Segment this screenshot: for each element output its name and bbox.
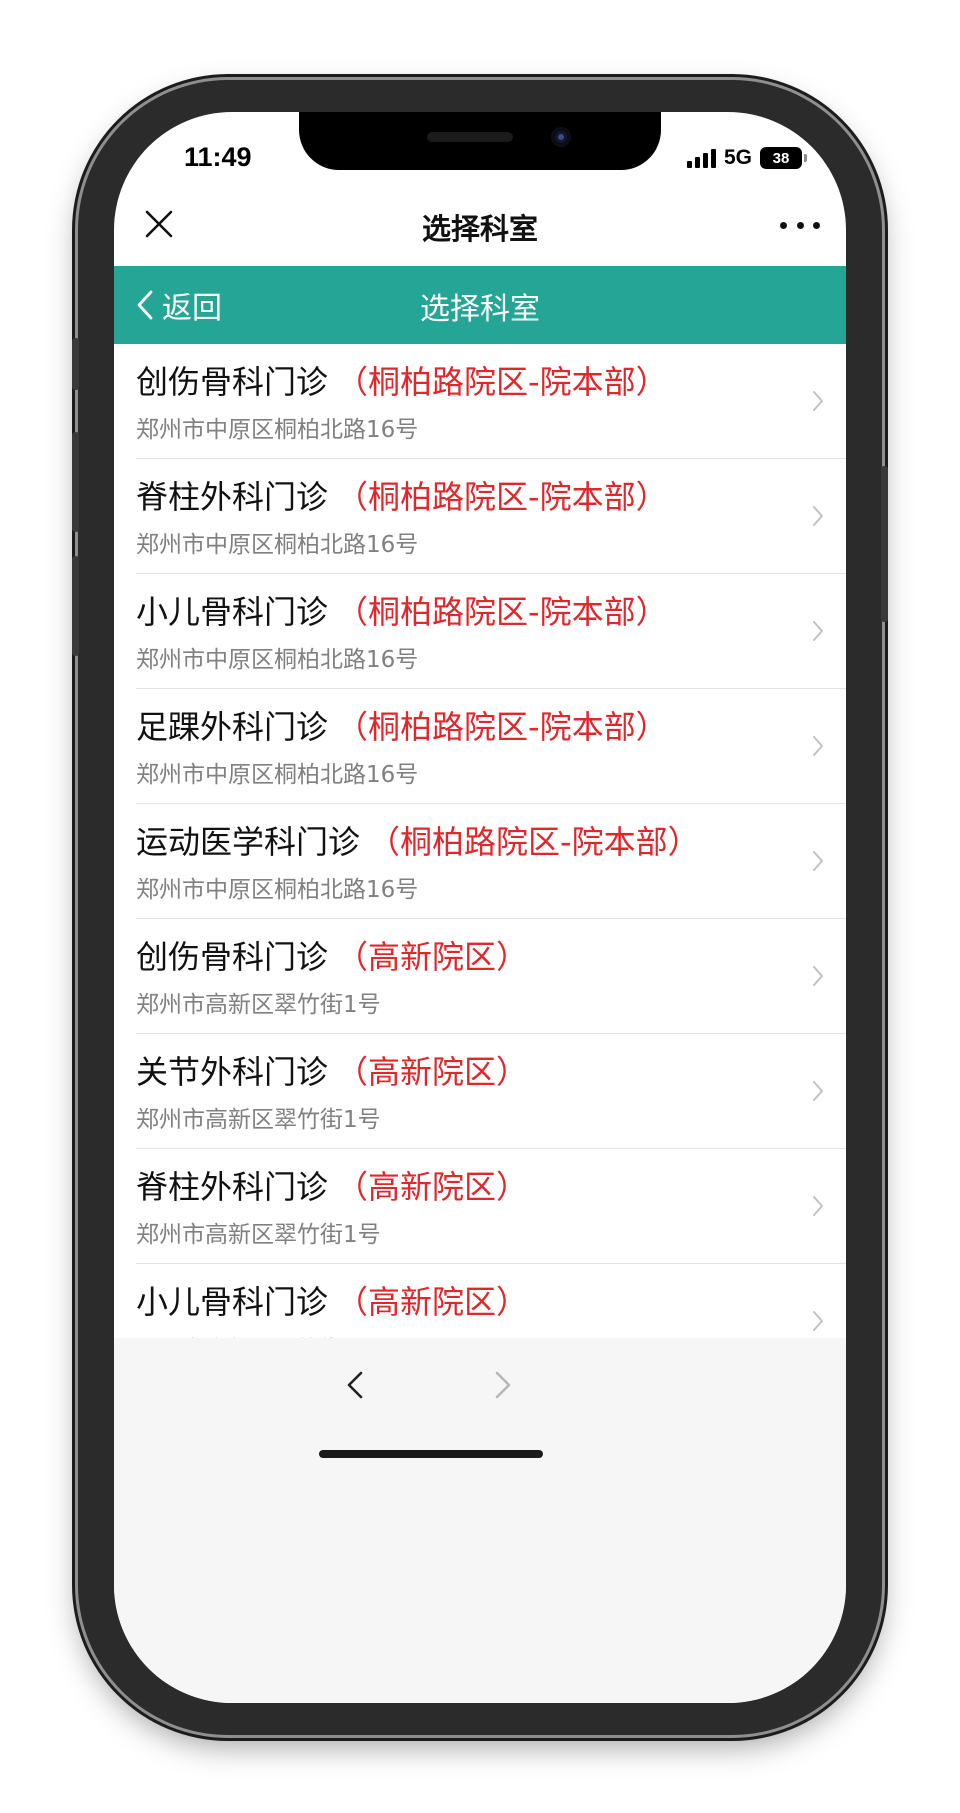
more-icon[interactable] — [780, 222, 820, 230]
campus-label: （高新院区） — [336, 1168, 529, 1206]
front-camera — [551, 127, 571, 147]
department-name: 脊柱外科门诊 — [136, 478, 329, 516]
department-name: 运动医学科门诊 — [136, 823, 361, 861]
department-name: 小儿骨科门诊 — [136, 593, 329, 631]
campus-label: （桐柏路院区-院本部） — [336, 708, 668, 746]
status-time: 11:49 — [184, 142, 252, 172]
chevron-right-icon — [813, 966, 823, 986]
list-item[interactable]: 脊柱外科门诊 （高新院区） 郑州市高新区翠竹街1号 — [114, 1149, 846, 1264]
list-item[interactable]: 运动医学科门诊 （桐柏路院区-院本部） 郑州市中原区桐柏北路16号 — [114, 804, 846, 919]
campus-label: （桐柏路院区-院本部） — [336, 363, 668, 401]
department-address: 郑州市中原区桐柏北路16号 — [136, 877, 419, 903]
list-item[interactable]: 创伤骨科门诊 （桐柏路院区-院本部） 郑州市中原区桐柏北路16号 — [114, 344, 846, 459]
department-address: 郑州市中原区桐柏北路16号 — [136, 647, 419, 673]
department-name: 创伤骨科门诊 — [136, 938, 329, 976]
chevron-right-icon — [813, 851, 823, 871]
battery-level: 38 — [772, 149, 790, 167]
chevron-right-icon — [813, 1196, 823, 1216]
notch — [299, 112, 661, 170]
status-indicators: 5G 38 — [686, 144, 807, 172]
page-title: 选择科室 — [421, 212, 538, 246]
list-item[interactable]: 足踝外科门诊 （桐柏路院区-院本部） 郑州市中原区桐柏北路16号 — [114, 689, 846, 804]
header-title: 选择科室 — [420, 292, 540, 327]
browser-toolbar — [114, 1338, 846, 1703]
department-name: 创伤骨科门诊 — [136, 363, 329, 401]
chevron-right-icon — [813, 506, 823, 526]
chevron-right-icon — [813, 391, 823, 411]
chevron-right-icon — [813, 1311, 823, 1331]
department-address: 郑州市高新区翠竹街1号 — [136, 1107, 381, 1133]
department-name: 足踝外科门诊 — [136, 708, 329, 746]
department-address: 郑州市中原区桐柏北路16号 — [136, 532, 419, 558]
home-indicator[interactable] — [319, 1450, 543, 1458]
volume-down-button — [72, 556, 79, 656]
chevron-right-icon — [813, 621, 823, 641]
department-name: 关节外科门诊 — [136, 1053, 329, 1091]
department-list: 创伤骨科门诊 （桐柏路院区-院本部） 郑州市中原区桐柏北路16号 脊柱外科门诊 （桐… — [114, 344, 846, 1379]
app-header: 返回 选择科室 — [114, 266, 846, 344]
network-label: 5G — [723, 146, 752, 169]
campus-label: （桐柏路院区-院本部） — [336, 593, 668, 631]
list-item[interactable]: 脊柱外科门诊 （桐柏路院区-院本部） 郑州市中原区桐柏北路16号 — [114, 459, 846, 574]
department-name: 脊柱外科门诊 — [136, 1168, 329, 1206]
browser-forward-icon[interactable] — [490, 1368, 516, 1402]
campus-label: （高新院区） — [336, 938, 529, 976]
department-name: 小儿骨科门诊 — [136, 1283, 329, 1321]
department-address: 郑州市高新区翠竹街1号 — [136, 992, 381, 1018]
list-item[interactable]: 创伤骨科门诊 （高新院区） 郑州市高新区翠竹街1号 — [114, 919, 846, 1034]
department-address: 郑州市高新区翠竹街1号 — [136, 1222, 381, 1248]
campus-label: （桐柏路院区-院本部） — [368, 823, 700, 861]
phone-screen: 11:49 5G 38 选择科室 返回 选择科室 创伤骨科门诊 （桐柏路院区-院… — [114, 112, 846, 1703]
volume-up-button — [72, 432, 79, 532]
mute-switch — [72, 338, 79, 390]
top-nav-bar: 选择科室 — [114, 186, 846, 266]
power-button — [881, 466, 888, 622]
chevron-right-icon — [813, 1081, 823, 1101]
campus-label: （桐柏路院区-院本部） — [336, 478, 668, 516]
battery-icon: 38 — [760, 147, 807, 169]
signal-icon — [686, 148, 716, 168]
department-address: 郑州市中原区桐柏北路16号 — [136, 417, 419, 443]
campus-label: （高新院区） — [336, 1283, 529, 1321]
speaker-grille — [427, 132, 513, 142]
department-address: 郑州市中原区桐柏北路16号 — [136, 762, 419, 788]
chevron-right-icon — [813, 736, 823, 756]
browser-back-icon[interactable] — [342, 1368, 368, 1402]
list-item[interactable]: 关节外科门诊 （高新院区） 郑州市高新区翠竹街1号 — [114, 1034, 846, 1149]
list-item[interactable]: 小儿骨科门诊 （桐柏路院区-院本部） 郑州市中原区桐柏北路16号 — [114, 574, 846, 689]
campus-label: （高新院区） — [336, 1053, 529, 1091]
